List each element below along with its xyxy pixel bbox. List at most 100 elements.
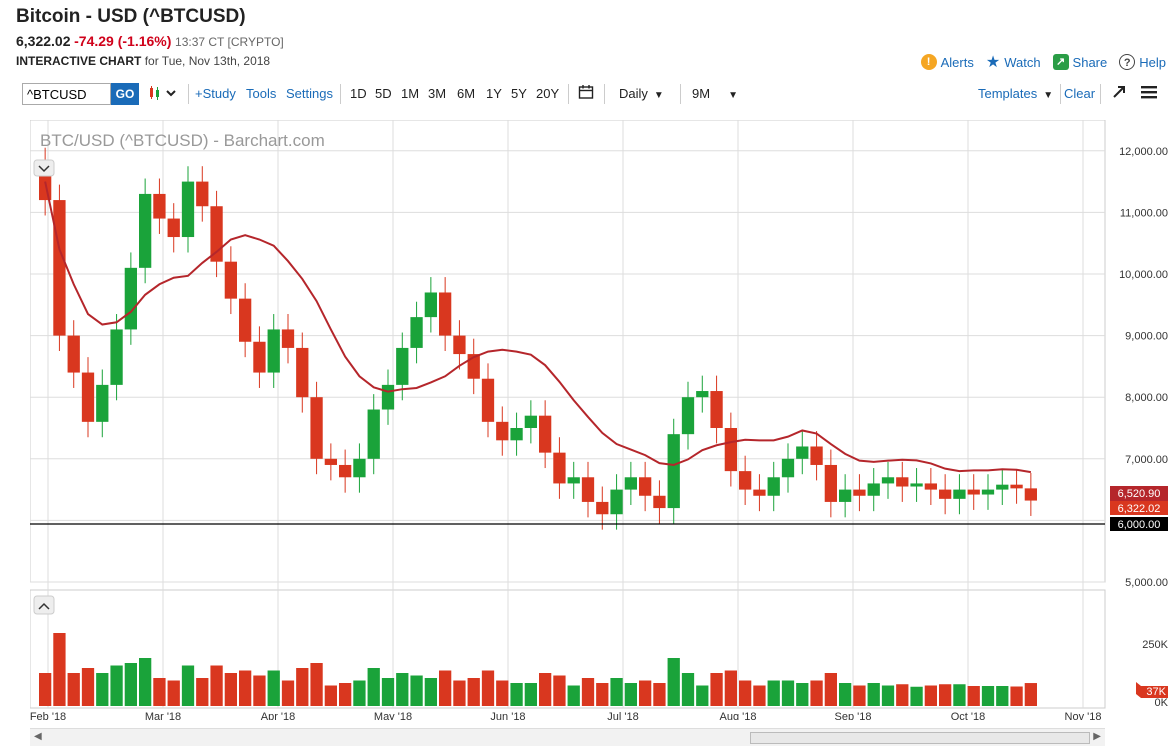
menu-icon[interactable]	[1141, 85, 1157, 102]
candle-body	[210, 206, 223, 262]
y-tick-label: 5,000.00	[1125, 577, 1168, 589]
candle-body	[67, 335, 80, 373]
volume-bar	[653, 683, 666, 706]
templates-select[interactable]: Templates ▼	[978, 86, 1053, 101]
volume-bar	[139, 658, 152, 706]
candle-body	[453, 335, 466, 355]
x-tick-label: Jun '18	[490, 711, 525, 720]
scroll-right-icon[interactable]: ▶	[1093, 731, 1101, 742]
range-5d[interactable]: 5D	[375, 86, 392, 101]
x-tick-label: May '18	[374, 711, 412, 720]
volume-bar	[310, 663, 323, 706]
tools-button[interactable]: Tools	[246, 86, 276, 101]
candle-body	[910, 483, 923, 487]
volume-bar	[453, 680, 466, 706]
watch-button[interactable]: ★ Watch	[986, 52, 1041, 72]
share-button[interactable]: ↗ Share	[1052, 54, 1108, 70]
study-button[interactable]: +Study	[195, 86, 236, 101]
volume-bar	[724, 670, 737, 706]
subtitle-date: for Tue, Nov 13th, 2018	[144, 54, 271, 68]
volume-bar	[210, 665, 223, 706]
templates-label: Templates	[978, 86, 1038, 101]
volume-bar	[867, 683, 880, 706]
volume-bar	[610, 678, 623, 706]
x-tick-label: Apr '18	[261, 711, 296, 720]
range-1d[interactable]: 1D	[350, 86, 367, 101]
range-1m[interactable]: 1M	[401, 86, 419, 101]
chart-panel[interactable]: 12,000.00 11,000.00 10,000.00 9,000.00 8,000…	[30, 120, 1169, 720]
candle-body	[553, 452, 566, 484]
volume-bar	[181, 665, 195, 706]
range-5y[interactable]: 5Y	[511, 86, 527, 101]
x-tick-label: Nov '18	[1065, 711, 1102, 720]
calendar-icon[interactable]	[578, 84, 594, 103]
range-3m[interactable]: 3M	[428, 86, 446, 101]
collapse-button	[33, 159, 55, 177]
volume-bar	[781, 680, 795, 706]
range-1y[interactable]: 1Y	[486, 86, 502, 101]
volume-bar	[567, 685, 580, 706]
candle-body	[510, 428, 523, 441]
clear-button[interactable]: Clear	[1064, 86, 1095, 101]
y-tick-label: 7,000.00	[1125, 454, 1168, 466]
candle-body	[653, 495, 666, 509]
range-6m[interactable]: 6M	[457, 86, 475, 101]
volume-bar	[324, 685, 337, 706]
candle-body	[239, 298, 252, 342]
volume-bar	[396, 673, 409, 706]
volume-bar	[481, 670, 495, 706]
candle-body	[1010, 484, 1023, 489]
volume-bar	[381, 678, 395, 706]
volume-bar	[196, 678, 209, 706]
candle-body	[110, 329, 123, 385]
chevron-down-icon: ▼	[653, 90, 664, 101]
volume-bar	[239, 670, 252, 706]
y-tick-label: 10,000.00	[1119, 269, 1168, 281]
volume-bar	[39, 673, 52, 706]
candle-body	[324, 458, 337, 465]
volume-bar	[553, 675, 566, 706]
scroll-thumb[interactable]	[750, 732, 1090, 744]
expand-icon[interactable]	[1112, 85, 1126, 102]
volume-bar	[1024, 683, 1037, 706]
chart-scrollbar[interactable]: ◀ ▶	[30, 728, 1105, 746]
last-value: 6,322.02	[1118, 503, 1161, 515]
interval-select[interactable]: Daily ▼	[619, 86, 664, 101]
price-chart[interactable]: 12,000.00 11,000.00 10,000.00 9,000.00 8,000…	[30, 120, 1172, 720]
symbol-input[interactable]	[22, 83, 111, 105]
candle-body	[610, 489, 623, 515]
volume-bar	[510, 683, 523, 706]
volume-bar	[424, 678, 437, 706]
alerts-button[interactable]: ! Alerts	[920, 54, 974, 70]
volume-bar	[639, 680, 652, 706]
volume-bar	[96, 673, 109, 706]
go-button[interactable]: GO	[111, 83, 139, 105]
help-button[interactable]: ? Help	[1119, 54, 1166, 70]
candle-body	[881, 477, 895, 484]
quote-meta: 13:37 CT [CRYPTO]	[175, 35, 284, 49]
candle-body	[696, 391, 709, 398]
volume-bar	[996, 686, 1009, 706]
action-bar: ! Alerts ★ Watch ↗ Share ? Help	[920, 52, 1166, 72]
volume-last: 37K	[1146, 686, 1166, 698]
scroll-left-icon[interactable]: ◀	[34, 731, 42, 742]
chart-subtitle: INTERACTIVE CHART for Tue, Nov 13th, 201…	[16, 54, 270, 68]
candle-body	[539, 415, 552, 453]
candle-body	[524, 415, 537, 428]
volume-bar	[167, 680, 180, 706]
period-select[interactable]: 9M ▼	[692, 86, 738, 101]
volume-bar	[353, 680, 366, 706]
volume-bar	[939, 684, 952, 706]
candle-body	[639, 477, 652, 496]
share-label: Share	[1072, 54, 1108, 70]
star-icon: ★	[985, 54, 1001, 71]
help-label: Help	[1139, 54, 1166, 70]
settings-button[interactable]: Settings	[286, 86, 333, 101]
candle-body	[967, 489, 980, 495]
help-icon: ?	[1119, 54, 1136, 70]
candle-body	[996, 484, 1009, 490]
candle-body	[710, 391, 723, 428]
candle-body	[124, 267, 137, 330]
chart-type-icon[interactable]	[148, 84, 178, 105]
range-20y[interactable]: 20Y	[536, 86, 559, 101]
